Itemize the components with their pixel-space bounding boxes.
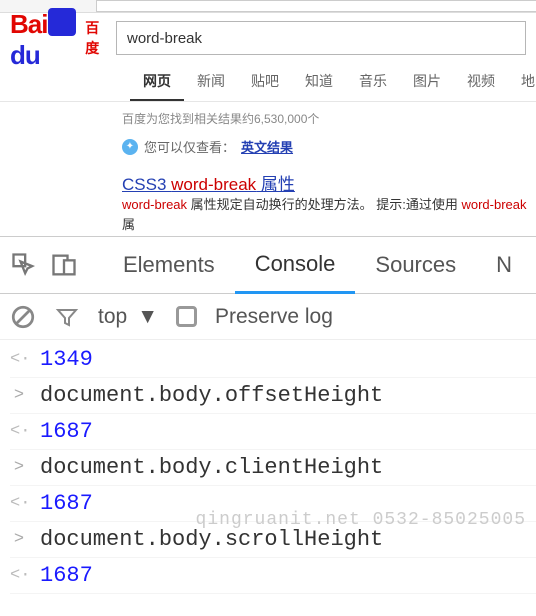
- console-expr: document.body.clientHeight: [40, 455, 383, 480]
- context-label: top: [98, 305, 127, 329]
- console-toolbar: top ▼ Preserve log: [0, 294, 536, 340]
- tab-video[interactable]: 视频: [454, 65, 508, 101]
- devtools-panel: Elements Console Sources N top ▼ Preserv…: [0, 236, 536, 616]
- console-in: > document.body.offsetHeight: [10, 378, 536, 414]
- out-arrow-icon: <·: [10, 494, 28, 513]
- snippet-kw2: word-break: [461, 197, 526, 212]
- devtools-tab-elements[interactable]: Elements: [103, 237, 235, 294]
- search-result: CSS3 word-break 属性 word-break 属性规定自动换行的处…: [122, 170, 536, 234]
- suggest-row: ✦ 您可以仅查看： 英文结果: [122, 137, 536, 156]
- console-value: 1687: [40, 491, 93, 516]
- preserve-log-label: Preserve log: [215, 305, 333, 329]
- console-value: 1349: [40, 347, 93, 372]
- in-arrow-icon: >: [10, 386, 28, 405]
- clear-console-icon[interactable]: [10, 304, 36, 330]
- suggest-link[interactable]: 英文结果: [241, 137, 293, 156]
- console-out: <· 1687: [10, 414, 536, 450]
- snippet-tail: 属: [122, 217, 135, 232]
- devtools-tab-sources[interactable]: Sources: [355, 237, 476, 294]
- context-select[interactable]: top ▼: [98, 305, 158, 329]
- title-post: 属性: [256, 175, 295, 194]
- result-snippet: word-break 属性规定自动换行的处理方法。 提示:通过使用 word-b…: [122, 195, 536, 234]
- tab-music[interactable]: 音乐: [346, 65, 400, 101]
- url-bar[interactable]: [96, 0, 536, 12]
- search-input[interactable]: [116, 21, 526, 55]
- tab-web[interactable]: 网页: [130, 65, 184, 101]
- browser-chrome: [0, 0, 536, 13]
- chevron-down-icon: ▼: [137, 305, 158, 329]
- devtools-tab-more[interactable]: N: [476, 237, 532, 294]
- result-title[interactable]: CSS3 word-break 属性: [122, 175, 295, 194]
- tab-image[interactable]: 图片: [400, 65, 454, 101]
- tab-zhidao[interactable]: 知道: [292, 65, 346, 101]
- console-out: <· 1687: [10, 558, 536, 594]
- snippet-mid: 属性规定自动换行的处理方法。 提示:通过使用: [187, 197, 461, 212]
- console-value: 1687: [40, 563, 93, 588]
- device-icon[interactable]: [44, 237, 84, 294]
- in-arrow-icon: >: [10, 458, 28, 477]
- title-kw: word-break: [171, 175, 256, 194]
- snippet-kw: word-break: [122, 197, 187, 212]
- results-area: 百度为您找到相关结果约6,530,000个 ✦ 您可以仅查看： 英文结果 CSS…: [0, 102, 536, 234]
- suggest-prefix: 您可以仅查看：: [144, 137, 235, 156]
- devtools-tab-console[interactable]: Console: [235, 237, 356, 294]
- console-value: 1687: [40, 419, 93, 444]
- devtools-tabs: Elements Console Sources N: [0, 237, 536, 294]
- console-output[interactable]: <· 1349 > document.body.offsetHeight <· 168…: [0, 340, 536, 594]
- filter-icon[interactable]: [54, 304, 80, 330]
- baidu-logo[interactable]: Baidu百度: [10, 21, 106, 55]
- out-arrow-icon: <·: [10, 566, 28, 585]
- watermark: qingruanit.net 0532-85025005: [196, 510, 526, 530]
- inspect-icon[interactable]: [4, 237, 44, 294]
- result-count: 百度为您找到相关结果约6,530,000个: [122, 110, 536, 127]
- console-expr: document.body.scrollHeight: [40, 527, 383, 552]
- tab-tieba[interactable]: 贴吧: [238, 65, 292, 101]
- title-pre: CSS3: [122, 175, 171, 194]
- preserve-log-checkbox[interactable]: [176, 306, 197, 327]
- tab-news[interactable]: 新闻: [184, 65, 238, 101]
- globe-icon: ✦: [122, 139, 138, 155]
- out-arrow-icon: <·: [10, 350, 28, 369]
- search-header: Baidu百度: [0, 13, 536, 61]
- tab-map[interactable]: 地图: [508, 65, 536, 101]
- in-arrow-icon: >: [10, 530, 28, 549]
- out-arrow-icon: <·: [10, 422, 28, 441]
- console-expr: document.body.offsetHeight: [40, 383, 383, 408]
- console-in: > document.body.clientHeight: [10, 450, 536, 486]
- console-out: <· 1349: [10, 342, 536, 378]
